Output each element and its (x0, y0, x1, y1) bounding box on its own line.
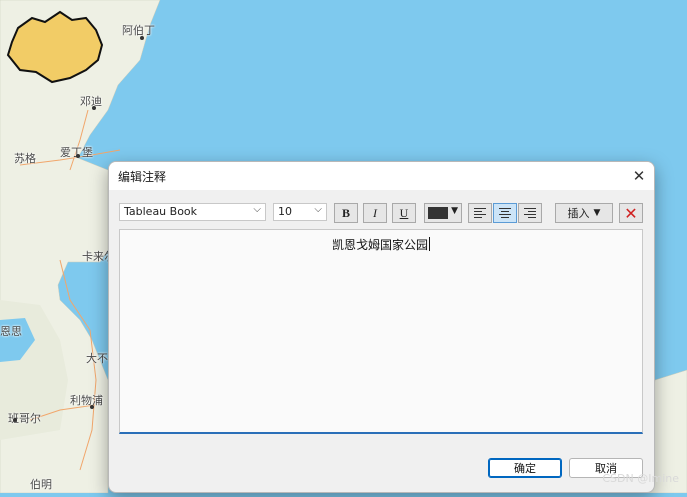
delete-button[interactable]: ✕ (619, 203, 643, 223)
chevron-down-icon: ⌵ (253, 204, 261, 215)
align-left-icon (474, 208, 486, 218)
map-label: 恩思 (0, 325, 22, 338)
align-center-icon (499, 208, 511, 218)
editor-content-line: 凯恩戈姆国家公园 (120, 236, 642, 253)
text-caret (429, 237, 430, 251)
insert-label: 插入 (567, 207, 590, 220)
font-family-value: Tableau Book (124, 205, 198, 218)
editor-content: 凯恩戈姆国家公园 (331, 238, 428, 252)
close-icon: ✕ (632, 167, 646, 185)
map-label: 苏格 (14, 152, 36, 165)
delete-icon: ✕ (624, 203, 638, 223)
align-center-button[interactable] (493, 203, 517, 223)
font-size-value: 10 (278, 205, 292, 218)
dropdown-arrow-icon: ▼ (451, 206, 458, 216)
color-swatch (428, 207, 448, 219)
insert-button[interactable]: 插入 ▼ (555, 203, 613, 223)
city-marker (76, 154, 80, 158)
close-button[interactable]: ✕ (628, 165, 650, 187)
watermark: CSDN @Imine (602, 472, 679, 485)
chevron-down-icon: ⌵ (314, 204, 322, 215)
city-marker (13, 418, 17, 422)
city-marker (92, 106, 96, 110)
text-color-button[interactable]: ▼ (424, 203, 462, 223)
map-label: 邓迪 (80, 95, 102, 108)
align-right-icon (524, 208, 536, 218)
font-family-select[interactable]: Tableau Book ⌵ (119, 203, 266, 221)
align-right-button[interactable] (518, 203, 542, 223)
annotation-text-editor[interactable]: 凯恩戈姆国家公园 (119, 229, 643, 434)
dialog-title: 编辑注释 (118, 170, 167, 184)
edit-annotation-dialog: 编辑注释 ✕ Tableau Book ⌵ 10 ⌵ B I U ▼ 插入 ▼ … (108, 161, 655, 493)
map-label: 大不 (86, 352, 108, 365)
italic-button[interactable]: I (363, 203, 387, 223)
format-toolbar: Tableau Book ⌵ 10 ⌵ B I U ▼ 插入 ▼ ✕ (109, 200, 654, 226)
map-label: 利物浦 (70, 394, 103, 407)
ok-button[interactable]: 确定 (488, 458, 562, 478)
font-size-select[interactable]: 10 ⌵ (273, 203, 327, 221)
map-label: 伯明 (30, 478, 52, 491)
city-marker (140, 36, 144, 40)
align-left-button[interactable] (468, 203, 492, 223)
dialog-title-bar[interactable]: 编辑注释 ✕ (109, 162, 654, 190)
city-marker (90, 405, 94, 409)
underline-button[interactable]: U (392, 203, 416, 223)
map-label: 阿伯丁 (122, 24, 155, 37)
dropdown-arrow-icon: ▼ (593, 208, 601, 218)
bold-button[interactable]: B (334, 203, 358, 223)
